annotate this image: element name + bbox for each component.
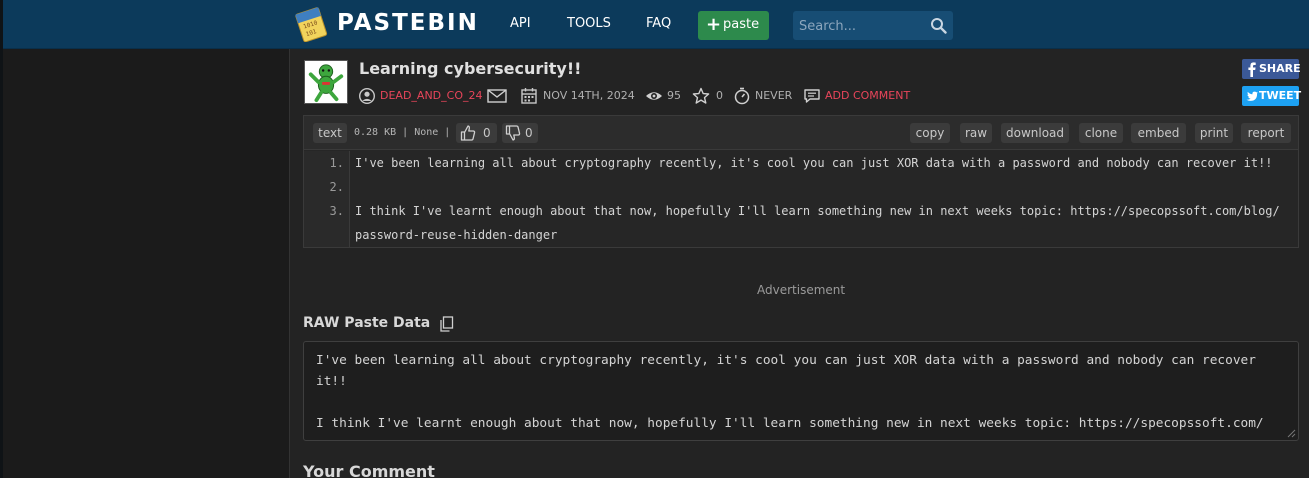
- plus-icon: +: [706, 14, 722, 35]
- print-button[interactable]: print: [1195, 123, 1233, 143]
- twitter-icon: [1246, 91, 1258, 101]
- dislike-button[interactable]: 0: [502, 123, 538, 143]
- sidebar-edge: [0, 49, 3, 478]
- dislike-count: 0: [525, 126, 533, 140]
- nav-faq[interactable]: FAQ: [646, 16, 671, 31]
- raw-line: it!!: [316, 374, 347, 389]
- paste-date: NOV 14TH, 2024: [543, 89, 635, 102]
- code-container: text 0.28 KB | None | 0 0 copy raw downl…: [303, 115, 1299, 248]
- resize-grip-icon[interactable]: [1286, 428, 1296, 438]
- tweet-label: TWEET: [1259, 89, 1302, 102]
- copy-icon[interactable]: [439, 316, 454, 332]
- author-link[interactable]: DEAD_AND_CO_24: [380, 87, 482, 105]
- twitter-tweet-button[interactable]: TWEET: [1242, 86, 1302, 106]
- new-paste-label: paste: [723, 17, 760, 32]
- raw-button[interactable]: raw: [960, 123, 992, 143]
- comment-icon[interactable]: [803, 87, 821, 105]
- thumbs-up-icon: [460, 125, 476, 141]
- report-button[interactable]: report: [1241, 123, 1291, 143]
- line-number-gutter: 1. 2. 3.: [304, 151, 350, 247]
- left-sidebar: [0, 49, 290, 478]
- share-label: SHARE: [1259, 62, 1301, 75]
- nav-api[interactable]: API: [510, 16, 531, 31]
- paste-title: Learning cybersecurity!!: [359, 59, 582, 78]
- thumbs-down-icon: [505, 125, 521, 141]
- envelope-icon[interactable]: [487, 87, 507, 105]
- line-number: 3.: [329, 204, 344, 218]
- eye-icon: [646, 92, 662, 100]
- expiration: NEVER: [755, 89, 793, 102]
- raw-line: I think I've learnt enough about that no…: [316, 416, 1264, 431]
- paste-size-info: 0.28 KB | None |: [354, 127, 451, 138]
- your-comment-heading: Your Comment: [303, 462, 435, 478]
- code-line: I think I've learnt enough about that no…: [355, 204, 1280, 218]
- syntax-tag[interactable]: text: [313, 123, 347, 143]
- like-button[interactable]: 0: [456, 123, 497, 143]
- view-count: 95: [667, 89, 681, 102]
- pastebin-logo-icon[interactable]: 1010 101: [294, 6, 330, 42]
- download-button[interactable]: download: [1001, 123, 1069, 143]
- timer-icon: [734, 87, 750, 105]
- facebook-share-button[interactable]: SHARE: [1242, 59, 1301, 79]
- search-icon[interactable]: [930, 17, 947, 34]
- line-number: 1.: [329, 156, 344, 170]
- search-box: [793, 11, 953, 40]
- like-count: 0: [483, 126, 491, 140]
- facebook-icon: [1248, 62, 1256, 77]
- search-input[interactable]: [799, 17, 924, 35]
- raw-line: I've been learning all about cryptograph…: [316, 353, 1256, 368]
- code-line: I've been learning all about cryptograph…: [355, 156, 1273, 170]
- new-paste-button[interactable]: + paste: [698, 11, 769, 40]
- embed-button[interactable]: embed: [1131, 123, 1186, 143]
- star-count: 0: [716, 89, 723, 102]
- code-line: password-reuse-hidden-danger: [355, 228, 558, 242]
- user-avatar[interactable]: [304, 60, 348, 104]
- clone-button[interactable]: clone: [1079, 123, 1123, 143]
- star-icon[interactable]: [692, 87, 710, 105]
- calendar-icon: [521, 88, 537, 104]
- line-number: 2.: [329, 180, 344, 194]
- top-header: 1010 101 PASTEBIN API TOOLS FAQ + paste: [0, 0, 1309, 49]
- user-icon: [358, 87, 376, 105]
- nav-tools[interactable]: TOOLS: [567, 16, 611, 31]
- raw-paste-textarea[interactable]: I've been learning all about cryptograph…: [303, 341, 1299, 441]
- advertisement-label: Advertisement: [757, 283, 846, 297]
- add-comment-link[interactable]: ADD COMMENT: [825, 87, 910, 105]
- copy-button[interactable]: copy: [910, 123, 950, 143]
- raw-paste-title: RAW Paste Data: [303, 315, 431, 331]
- brand-name[interactable]: PASTEBIN: [337, 10, 479, 36]
- header-edge: [0, 0, 3, 49]
- code-toolbar: text 0.28 KB | None | 0 0 copy raw downl…: [304, 116, 1298, 150]
